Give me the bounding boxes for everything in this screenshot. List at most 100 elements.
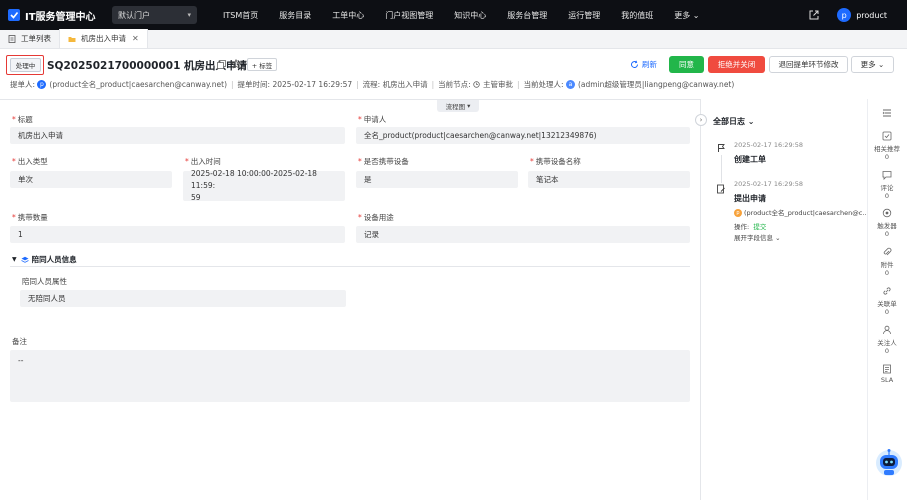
- follower-icon: [883, 325, 891, 335]
- tab-ticket-list[interactable]: 工单列表: [0, 29, 59, 48]
- ticket-meta: 提单人: p (product全名_product|caesarchen@can…: [10, 79, 734, 90]
- user-avatar: p: [734, 209, 742, 217]
- user-avatar[interactable]: p: [837, 8, 852, 22]
- chevron-down-icon: ⌄: [775, 234, 781, 242]
- carry-device-label-text: 是否携带设备: [363, 157, 409, 166]
- carry-device-label: * 是否携带设备: [358, 156, 409, 167]
- access-time-label-text: 出入时间: [190, 157, 221, 166]
- tab-label: 工单列表: [21, 34, 51, 43]
- nav-item-my-duty[interactable]: 我的值班: [621, 10, 653, 21]
- toggle-panel-button[interactable]: [867, 108, 907, 120]
- access-type-label-text: 出入类型: [17, 157, 48, 166]
- flowchart-label: 流程图: [445, 103, 466, 111]
- section-divider: [10, 266, 690, 267]
- applicant-field: 全名_product(product|caesarchen@canway.net…: [356, 127, 690, 144]
- app-title: IT服务管理中心: [25, 11, 96, 23]
- nav-item-operations[interactable]: 运行管理: [568, 10, 600, 21]
- user-name[interactable]: product: [856, 11, 887, 20]
- logo-icon: [8, 9, 20, 21]
- assistant-robot-icon[interactable]: [874, 446, 904, 478]
- submitter-avatar: p: [37, 80, 47, 89]
- op-value: 提交: [753, 223, 767, 231]
- nav-item-knowledge[interactable]: 知识中心: [454, 10, 486, 21]
- tool-recommend[interactable]: 相关推荐 0: [867, 131, 907, 161]
- chevron-down-icon: ▾: [187, 11, 191, 19]
- chevron-right-icon[interactable]: ›: [695, 114, 707, 126]
- tool-label: 触发器: [877, 222, 897, 230]
- tool-attachment[interactable]: 附件 0: [867, 247, 907, 277]
- tool-sla[interactable]: SLA: [867, 364, 907, 384]
- nav-item-ticket-center[interactable]: 工单中心: [332, 10, 364, 21]
- nav-item-service-desk[interactable]: 服务台管理: [507, 10, 547, 21]
- log-filter[interactable]: 全部日志 ⌄: [713, 116, 755, 127]
- handler-avatar: a: [565, 80, 575, 89]
- star-icon[interactable]: [231, 59, 241, 69]
- chevron-down-icon: ⌄: [747, 117, 755, 126]
- access-time-line2: 59: [191, 193, 201, 202]
- flowchart-toggle[interactable]: 流程图 ▾: [437, 100, 479, 112]
- external-link-icon[interactable]: [809, 10, 819, 20]
- comment-icon: [882, 171, 892, 180]
- nav-item-itsm-home[interactable]: ITSM首页: [223, 10, 258, 21]
- sla-icon: [883, 364, 891, 374]
- current-node-value: 主管审批: [483, 80, 514, 89]
- nav-item-portal-view[interactable]: 门户视图管理: [385, 10, 433, 21]
- required-mark: *: [358, 115, 362, 124]
- tool-count: 0: [884, 347, 890, 355]
- copy-icon[interactable]: [217, 60, 226, 69]
- link-icon: [883, 287, 891, 295]
- attachment-icon: [883, 247, 892, 256]
- reject-close-button[interactable]: 拒绝并关闭: [708, 56, 765, 73]
- portal-select[interactable]: 默认门户 ▾: [112, 6, 197, 24]
- submitter-value: (product全名_product|caesarchen@canway.net…: [49, 80, 228, 89]
- tool-trigger[interactable]: 触发器 0: [867, 208, 907, 238]
- divider: |: [431, 80, 435, 89]
- header-divider: [0, 99, 700, 100]
- chevron-down-icon: ⌄: [878, 60, 885, 69]
- submit-time: 提单时间: 2025-02-17 16:29:57: [237, 80, 353, 89]
- log-title: 全部日志: [713, 117, 745, 126]
- current-node-label: 当前节点:: [438, 80, 471, 89]
- companion-section-title: 陪同人员信息: [31, 255, 77, 264]
- more-label: 更多: [860, 60, 876, 69]
- device-usage-label-text: 设备用途: [363, 213, 394, 222]
- nav-item-more[interactable]: 更多 ⌄: [674, 10, 699, 21]
- refresh-button[interactable]: 刷新: [630, 59, 657, 70]
- recommend-icon: [882, 131, 892, 141]
- tab-room-access[interactable]: 机房出入申请 ✕: [59, 29, 148, 48]
- expand-label: 展开字段信息: [734, 234, 773, 242]
- refresh-label: 刷新: [642, 60, 657, 69]
- return-modify-button[interactable]: 退回提单环节修改: [769, 56, 848, 73]
- tool-count: 0: [884, 308, 890, 316]
- tool-linked-tickets[interactable]: 关联单 0: [867, 286, 907, 316]
- handler-label: 当前处理人:: [523, 80, 564, 89]
- divider: |: [517, 80, 520, 89]
- required-mark: *: [12, 213, 16, 222]
- tool-label: 关注人: [877, 339, 897, 347]
- log-entry-title: 创建工单: [734, 155, 766, 164]
- access-type-field: 单次: [10, 171, 172, 188]
- tool-label: 附件: [880, 261, 894, 269]
- agree-button[interactable]: 同意: [669, 56, 704, 73]
- device-name-label-text: 携带设备名称: [535, 157, 581, 166]
- add-tag-button[interactable]: + 标签: [247, 58, 277, 71]
- expand-fields-link[interactable]: 展开字段信息 ⌄: [734, 232, 781, 242]
- tool-label: 相关推荐: [874, 145, 900, 153]
- carry-device-field: 是: [356, 171, 518, 188]
- close-icon[interactable]: ✕: [132, 34, 139, 43]
- tool-followers[interactable]: 关注人 0: [867, 325, 907, 355]
- tool-comment[interactable]: 评论 0: [867, 170, 907, 200]
- more-button[interactable]: 更多 ⌄: [851, 56, 894, 73]
- tool-count: 0: [884, 153, 890, 161]
- required-mark: *: [185, 157, 189, 166]
- tool-label: SLA: [880, 376, 894, 384]
- op-label: 操作:: [734, 223, 750, 231]
- required-mark: *: [12, 157, 16, 166]
- log-time: 2025-02-17 16:29:58: [734, 141, 804, 149]
- log-entry-operation: 操作: 提交: [734, 221, 766, 231]
- companion-section-header[interactable]: ▼ 陪同人员信息: [12, 254, 77, 265]
- nav-item-service-catalog[interactable]: 服务目录: [279, 10, 311, 21]
- tab-label: 机房出入申请: [81, 34, 126, 43]
- title-field: 机房出入申请: [10, 127, 345, 144]
- app-logo[interactable]: IT服务管理中心: [7, 8, 107, 23]
